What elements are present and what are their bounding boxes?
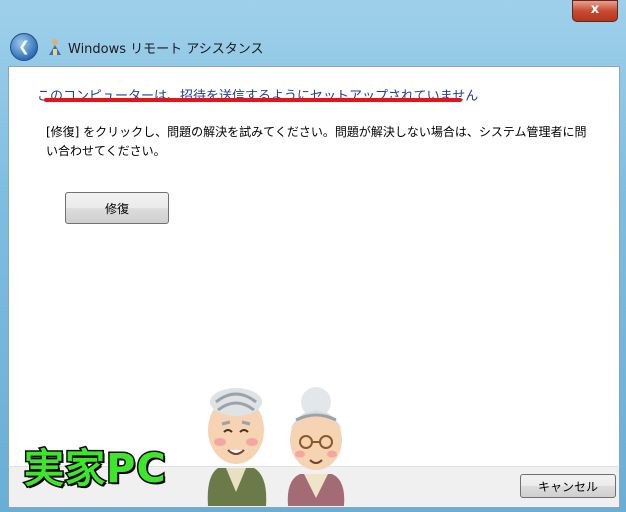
window-title: Windows リモート アシスタンス [68, 41, 264, 57]
title-bar: ❮ Windows リモート アシスタンス [8, 30, 618, 64]
remote-assistance-icon [46, 38, 64, 56]
caption-overlay: 実家PC [23, 445, 168, 494]
back-arrow-icon: ❮ [18, 39, 30, 55]
fix-button[interactable]: 修復 [65, 192, 169, 224]
close-button[interactable]: x [572, 0, 618, 22]
elderly-couple-illustration [196, 380, 366, 510]
close-icon: x [590, 2, 600, 17]
description-text: [修復] をクリックし、問題の解決を試みてください。問題が解決しない場合は、シス… [46, 125, 587, 158]
back-button[interactable]: ❮ [10, 33, 38, 61]
highlight-underline [44, 98, 462, 102]
cancel-button[interactable]: キャンセル [520, 474, 616, 498]
